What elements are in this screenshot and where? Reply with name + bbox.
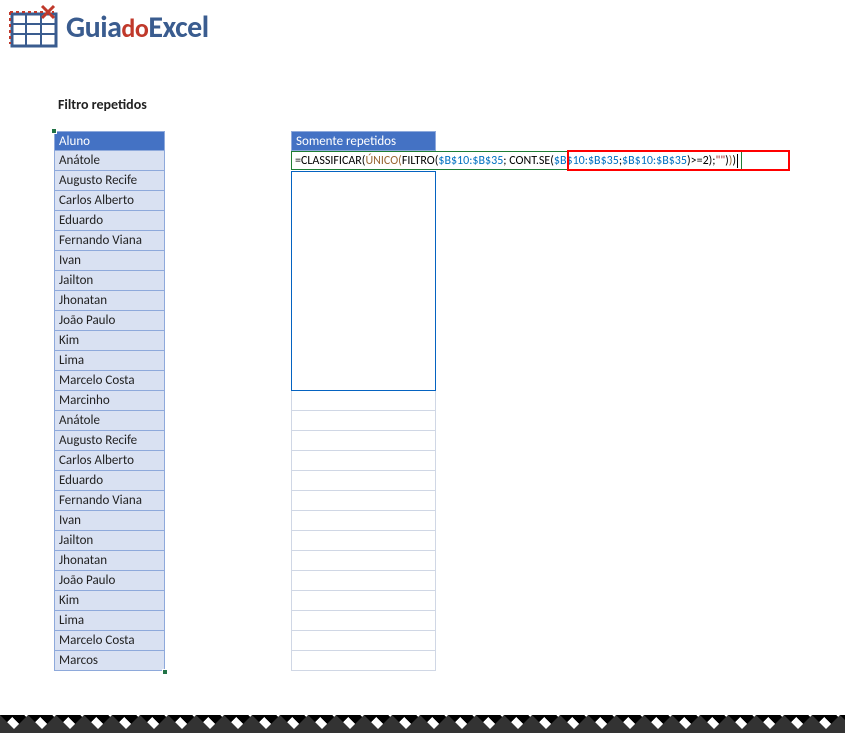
repetidos-cell[interactable]: Ivan bbox=[291, 251, 436, 271]
empty-cell[interactable] bbox=[291, 391, 436, 411]
aluno-cell[interactable]: Jailton bbox=[54, 531, 165, 551]
aluno-column: Aluno AnátoleAugusto RecifeCarlos Albert… bbox=[54, 131, 165, 671]
empty-cell[interactable] bbox=[291, 631, 436, 651]
formula-token: =CLASSIFICAR( bbox=[295, 154, 365, 168]
aluno-cell[interactable]: Marcelo Costa bbox=[54, 631, 165, 651]
selection-handle[interactable] bbox=[51, 128, 57, 134]
aluno-cell[interactable]: João Paulo bbox=[54, 571, 165, 591]
empty-cell[interactable] bbox=[291, 511, 436, 531]
repetidos-cell[interactable]: Carlos Alberto bbox=[291, 191, 436, 211]
empty-cell[interactable] bbox=[291, 471, 436, 491]
repetidos-column: Somente repetidos Augusto RecifeCarlos A… bbox=[291, 131, 436, 671]
aluno-cell[interactable]: Lima bbox=[54, 351, 165, 371]
formula-token: "" bbox=[716, 154, 726, 168]
logo: GuiadoExcel bbox=[0, 0, 845, 50]
logo-icon bbox=[6, 4, 62, 50]
aluno-cell[interactable]: Lima bbox=[54, 611, 165, 631]
aluno-cell[interactable]: Anátole bbox=[54, 151, 165, 171]
aluno-cell[interactable]: Carlos Alberto bbox=[54, 451, 165, 471]
text-cursor bbox=[737, 154, 738, 168]
empty-cell[interactable] bbox=[291, 531, 436, 551]
aluno-cell[interactable]: Ivan bbox=[54, 251, 165, 271]
formula-token: $B$10:$B$35 bbox=[554, 154, 619, 168]
aluno-cell[interactable]: Kim bbox=[54, 331, 165, 351]
repetidos-cell[interactable]: Lima bbox=[291, 351, 436, 371]
formula-token: $B$10:$B$35 bbox=[622, 154, 687, 168]
aluno-cell[interactable]: Ivan bbox=[54, 511, 165, 531]
formula-token: CONT.SE( bbox=[509, 154, 554, 168]
aluno-cell[interactable]: Marcelo Costa bbox=[54, 371, 165, 391]
empty-cell[interactable] bbox=[291, 411, 436, 431]
repetidos-cell[interactable]: Jhonatan bbox=[291, 291, 436, 311]
aluno-cell[interactable]: Augusto Recife bbox=[54, 431, 165, 451]
fill-handle[interactable] bbox=[162, 669, 168, 675]
repetidos-cell[interactable]: Fernando Viana bbox=[291, 231, 436, 251]
aluno-cell[interactable]: Fernando Viana bbox=[54, 231, 165, 251]
spreadsheet-area[interactable]: Aluno AnátoleAugusto RecifeCarlos Albert… bbox=[54, 131, 845, 691]
empty-cell[interactable] bbox=[291, 571, 436, 591]
repetidos-cell[interactable]: Augusto Recife bbox=[291, 171, 436, 191]
repetidos-cell[interactable]: Kim bbox=[291, 331, 436, 351]
aluno-cell[interactable]: Carlos Alberto bbox=[54, 191, 165, 211]
formula-token: FILTRO( bbox=[402, 154, 439, 168]
formula-token: ÚNICO( bbox=[365, 154, 401, 168]
formula-token: $B$10:$B$35 bbox=[438, 154, 503, 168]
aluno-cell[interactable]: João Paulo bbox=[54, 311, 165, 331]
aluno-cell[interactable]: Eduardo bbox=[54, 471, 165, 491]
empty-cell[interactable] bbox=[291, 591, 436, 611]
aluno-cell[interactable]: Marcos bbox=[54, 651, 165, 671]
aluno-cell[interactable]: Jailton bbox=[54, 271, 165, 291]
logo-text: GuiadoExcel bbox=[66, 9, 209, 46]
repetidos-cell[interactable]: Jailton bbox=[291, 271, 436, 291]
aluno-cell[interactable]: Jhonatan bbox=[54, 291, 165, 311]
empty-cell[interactable] bbox=[291, 451, 436, 471]
aluno-cell[interactable]: Kim bbox=[54, 591, 165, 611]
empty-cell[interactable] bbox=[291, 431, 436, 451]
empty-cell[interactable] bbox=[291, 491, 436, 511]
torn-edge bbox=[0, 715, 845, 733]
empty-cell[interactable] bbox=[291, 651, 436, 671]
formula-token: >= bbox=[691, 154, 703, 168]
formula-cell[interactable]: =CLASSIFICAR(ÚNICO(FILTRO($B$10:$B$35; C… bbox=[291, 151, 742, 170]
aluno-cell[interactable]: Fernando Viana bbox=[54, 491, 165, 511]
formula-token: ) bbox=[732, 154, 736, 168]
empty-cell[interactable] bbox=[291, 551, 436, 571]
aluno-cell[interactable]: Jhonatan bbox=[54, 551, 165, 571]
repetidos-cell[interactable]: Marcelo Costa bbox=[291, 371, 436, 391]
page-title: Filtro repetidos bbox=[58, 96, 845, 113]
aluno-header[interactable]: Aluno bbox=[54, 131, 165, 151]
aluno-cell[interactable]: Augusto Recife bbox=[54, 171, 165, 191]
aluno-cell[interactable]: Marcinho bbox=[54, 391, 165, 411]
aluno-cell[interactable]: Eduardo bbox=[54, 211, 165, 231]
empty-cell[interactable] bbox=[291, 611, 436, 631]
repetidos-header[interactable]: Somente repetidos bbox=[291, 131, 436, 151]
aluno-cell[interactable]: Anátole bbox=[54, 411, 165, 431]
repetidos-cell[interactable]: João Paulo bbox=[291, 311, 436, 331]
repetidos-cell[interactable]: Eduardo bbox=[291, 211, 436, 231]
